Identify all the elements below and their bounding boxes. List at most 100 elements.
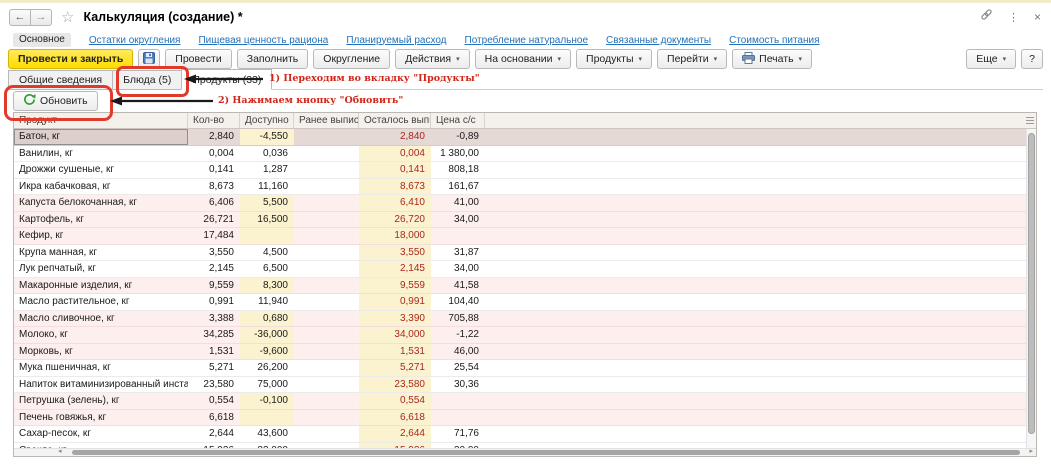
horizontal-scroll-thumb[interactable] (72, 450, 1020, 455)
cell-product[interactable]: Молоко, кг (14, 327, 188, 343)
cell-available[interactable]: 6,500 (240, 261, 294, 277)
table-row[interactable]: Масло растительное, кг0,99111,9400,99110… (14, 294, 1026, 311)
cell-available[interactable]: 4,500 (240, 245, 294, 261)
cell-cost-price[interactable] (431, 410, 485, 426)
cell-filler[interactable] (485, 261, 1026, 277)
cell-product[interactable]: Крупа манная, кг (14, 245, 188, 261)
cell-filler[interactable] (485, 146, 1026, 162)
cell-product[interactable]: Батон, кг (14, 129, 188, 145)
cell-filler[interactable] (485, 278, 1026, 294)
cell-product[interactable]: Мука пшеничная, кг (14, 360, 188, 376)
cell-product[interactable]: Морковь, кг (14, 344, 188, 360)
cell-filler[interactable] (485, 212, 1026, 228)
cell-previously-issued[interactable] (294, 195, 359, 211)
cell-remaining[interactable]: 1,531 (359, 344, 431, 360)
cell-remaining[interactable]: 0,141 (359, 162, 431, 178)
cell-cost-price[interactable]: 705,88 (431, 311, 485, 327)
cell-previously-issued[interactable] (294, 162, 359, 178)
close-icon[interactable]: × (1034, 10, 1041, 24)
cell-cost-price[interactable]: 34,00 (431, 261, 485, 277)
save-button[interactable] (138, 49, 160, 69)
cell-available[interactable]: -9,600 (240, 344, 294, 360)
table-row[interactable]: Напиток витаминизированный инстантный, к… (14, 377, 1026, 394)
cell-previously-issued[interactable] (294, 377, 359, 393)
cell-cost-price[interactable]: 104,40 (431, 294, 485, 310)
cell-quantity[interactable]: 8,673 (188, 179, 240, 195)
cell-filler[interactable] (485, 426, 1026, 442)
cell-remaining[interactable]: 5,271 (359, 360, 431, 376)
toolbar-button[interactable]: Перейти▾ (657, 49, 727, 69)
table-row[interactable]: Икра кабачковая, кг8,67311,1608,673161,6… (14, 179, 1026, 196)
vertical-scroll-thumb[interactable] (1028, 133, 1035, 434)
cell-product[interactable]: Масло сливочное, кг (14, 311, 188, 327)
cell-previously-issued[interactable] (294, 228, 359, 244)
toolbar-button[interactable]: Действия▾ (395, 49, 470, 69)
cell-filler[interactable] (485, 162, 1026, 178)
more-button[interactable]: Еще ▾ (966, 49, 1016, 69)
horizontal-scrollbar[interactable]: ◂ ▸ (14, 448, 1036, 456)
cell-previously-issued[interactable] (294, 179, 359, 195)
table-row[interactable]: Ванилин, кг0,0040,0360,0041 380,00 (14, 146, 1026, 163)
cell-available[interactable]: 16,500 (240, 212, 294, 228)
toolbar-button[interactable]: Округление▾ (313, 49, 390, 69)
cell-available[interactable]: 11,160 (240, 179, 294, 195)
cell-quantity[interactable]: 3,550 (188, 245, 240, 261)
cell-filler[interactable] (485, 360, 1026, 376)
cell-previously-issued[interactable] (294, 426, 359, 442)
cell-filler[interactable] (485, 129, 1026, 145)
cell-product[interactable]: Лук репчатый, кг (14, 261, 188, 277)
cell-available[interactable]: 0,680 (240, 311, 294, 327)
column-header[interactable]: Доступно (240, 113, 294, 128)
cell-filler[interactable] (485, 327, 1026, 343)
cell-product[interactable]: Печень говяжья, кг (14, 410, 188, 426)
cell-product[interactable]: Напиток витаминизированный инстантный, к… (14, 377, 188, 393)
nav-link[interactable]: Планируемый расход (346, 35, 446, 46)
cell-quantity[interactable]: 9,559 (188, 278, 240, 294)
cell-remaining[interactable]: 0,004 (359, 146, 431, 162)
cell-filler[interactable] (485, 245, 1026, 261)
cell-previously-issued[interactable] (294, 311, 359, 327)
cell-quantity[interactable]: 0,141 (188, 162, 240, 178)
toolbar-button[interactable]: На основании▾ (475, 49, 571, 69)
cell-previously-issued[interactable] (294, 344, 359, 360)
tab[interactable]: Блюда (5) (112, 70, 182, 90)
toolbar-button[interactable]: Продукты▾ (576, 49, 652, 69)
favorite-star-icon[interactable]: ☆ (61, 10, 74, 25)
cell-cost-price[interactable]: 25,54 (431, 360, 485, 376)
cell-quantity[interactable]: 2,644 (188, 426, 240, 442)
vertical-scrollbar[interactable] (1026, 129, 1036, 448)
cell-quantity[interactable]: 34,285 (188, 327, 240, 343)
cell-quantity[interactable]: 1,531 (188, 344, 240, 360)
cell-remaining[interactable]: 6,410 (359, 195, 431, 211)
cell-remaining[interactable]: 18,000 (359, 228, 431, 244)
cell-previously-issued[interactable] (294, 261, 359, 277)
cell-quantity[interactable]: 3,388 (188, 311, 240, 327)
cell-quantity[interactable]: 23,580 (188, 377, 240, 393)
table-row[interactable]: Капуста белокочанная, кг6,4065,5006,4104… (14, 195, 1026, 212)
scroll-right-arrow-icon[interactable]: ▸ (1029, 448, 1033, 456)
cell-cost-price[interactable]: 34,00 (431, 212, 485, 228)
column-header[interactable]: Кол-во (188, 113, 240, 128)
more-menu-icon[interactable]: ⋮ (1008, 11, 1019, 24)
toolbar-button[interactable]: Провести▾ (165, 49, 231, 69)
table-row[interactable]: Печень говяжья, кг6,6186,618 (14, 410, 1026, 427)
nav-link[interactable]: Связанные документы (606, 35, 711, 46)
cell-cost-price[interactable]: 161,67 (431, 179, 485, 195)
tab[interactable]: Продукты (33) (181, 69, 272, 90)
cell-quantity[interactable]: 2,840 (188, 129, 240, 145)
cell-product[interactable]: Петрушка (зелень), кг (14, 393, 188, 409)
cell-available[interactable]: -4,550 (240, 129, 294, 145)
cell-product[interactable]: Капуста белокочанная, кг (14, 195, 188, 211)
cell-quantity[interactable]: 26,721 (188, 212, 240, 228)
cell-product[interactable]: Кефир, кг (14, 228, 188, 244)
cell-cost-price[interactable]: -0,89 (431, 129, 485, 145)
table-row[interactable]: Кефир, кг17,48418,000 (14, 228, 1026, 245)
help-button[interactable]: ? (1021, 49, 1043, 69)
cell-quantity[interactable]: 5,271 (188, 360, 240, 376)
cell-filler[interactable] (485, 311, 1026, 327)
cell-cost-price[interactable]: 808,18 (431, 162, 485, 178)
cell-cost-price[interactable] (431, 393, 485, 409)
cell-filler[interactable] (485, 393, 1026, 409)
table-row[interactable]: Масло сливочное, кг3,3880,6803,390705,88 (14, 311, 1026, 328)
cell-remaining[interactable]: 34,000 (359, 327, 431, 343)
